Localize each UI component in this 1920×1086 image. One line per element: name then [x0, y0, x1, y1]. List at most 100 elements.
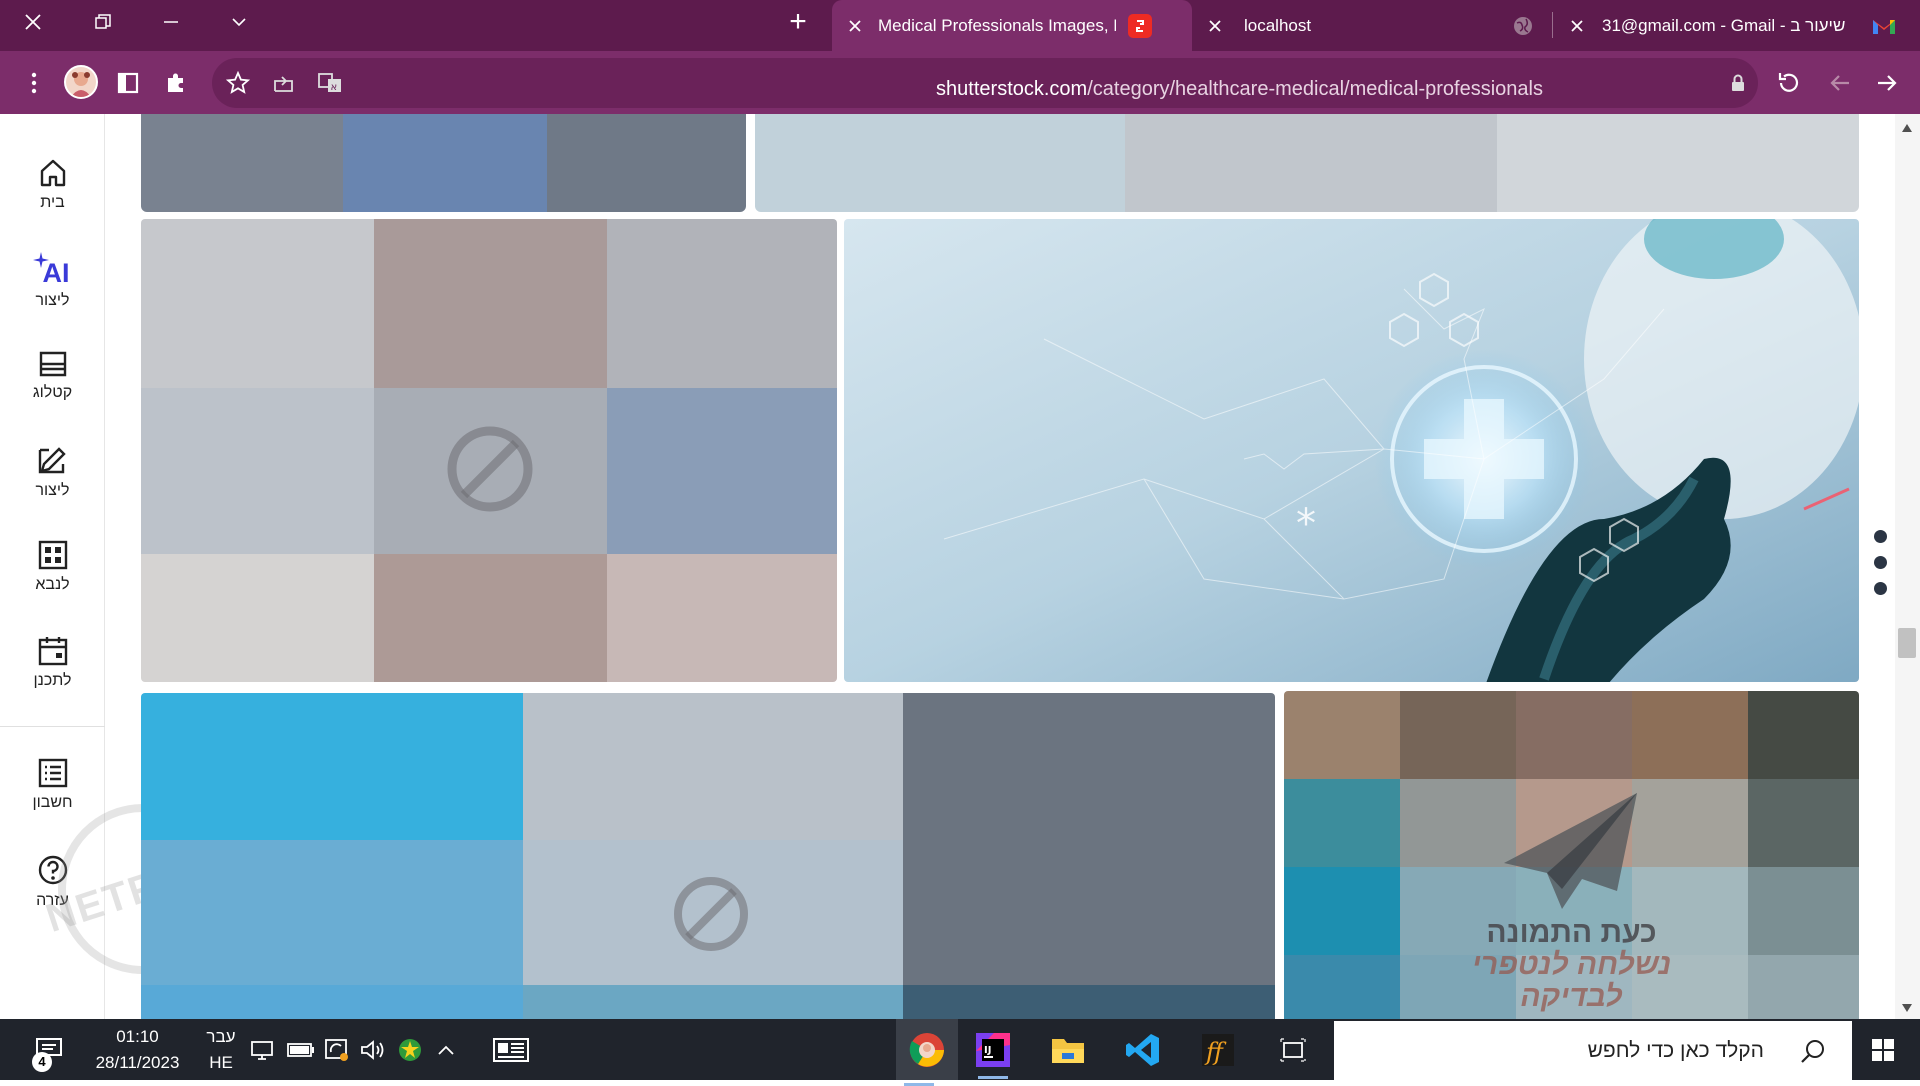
medical-hologram-image: * [844, 219, 1859, 682]
netfree-review-notice: כעת התמונה נשלחה לנטפרי לבדיקה [1471, 916, 1672, 1013]
page-scrollbar[interactable] [1895, 114, 1920, 1019]
taskbar-app-chrome[interactable] [896, 1019, 958, 1086]
share-icon [274, 76, 293, 92]
forward-disabled-button[interactable] [1826, 69, 1854, 97]
taskbar-search-box[interactable]: הקלד כאן כדי לחפש [1334, 1021, 1852, 1080]
task-view-icon [1280, 1038, 1306, 1062]
pager-dot[interactable] [1874, 582, 1887, 595]
pager-dot[interactable] [1874, 556, 1887, 569]
catalog-icon [39, 351, 66, 377]
sidebar-item-label: בית [40, 194, 65, 211]
site-info-lock[interactable] [1728, 69, 1748, 97]
sidebar-item-home[interactable]: בית [0, 158, 105, 248]
sync-icon [325, 1039, 348, 1061]
reload-button[interactable] [1775, 69, 1803, 97]
image-tile-blocked[interactable] [141, 693, 1275, 1019]
close-icon [25, 14, 41, 30]
svg-text:IJ: IJ [984, 1045, 991, 1056]
task-view-button[interactable] [1270, 1027, 1316, 1073]
battery-icon [287, 1043, 314, 1057]
share-button[interactable] [270, 69, 298, 97]
scroll-down-icon[interactable] [1902, 1004, 1912, 1012]
side-panel-button[interactable] [114, 69, 142, 97]
sidebar-item-label: חשבון [32, 794, 73, 811]
edit-icon [38, 447, 66, 474]
sidebar-item-edit[interactable]: ליצור [0, 444, 105, 534]
tab-title: 31@gmail.com - Gmail - שיעור ב [1602, 15, 1846, 35]
sync-tray-button[interactable] [317, 1027, 357, 1073]
omnibox[interactable]: א shutterstock.com/category/healthcare-m… [212, 58, 1758, 108]
sidebar-item-ai-create[interactable]: AI ליצור [0, 252, 105, 342]
network-icon [251, 1041, 273, 1060]
scroll-up-icon[interactable] [1902, 124, 1912, 132]
puzzle-icon [168, 73, 183, 92]
home-icon [40, 159, 65, 187]
network-tray-button[interactable] [243, 1027, 283, 1073]
scrollbar-thumb[interactable] [1898, 628, 1916, 658]
image-tile-blocked[interactable] [141, 219, 837, 682]
image-tile-blocked[interactable] [755, 114, 1859, 212]
clock-time[interactable]: 01:10 [80, 1027, 195, 1047]
taskbar-app-file-explorer[interactable] [1045, 1027, 1091, 1073]
browser-toolbar: א shutterstock.com/category/healthcare-m… [0, 51, 1920, 114]
battery-tray-button[interactable] [281, 1027, 321, 1073]
clock-date[interactable]: 28/11/2023 [80, 1053, 195, 1073]
netfree-shield-icon [399, 1039, 421, 1061]
windows-taskbar: 4 01:10 28/11/2023 עבר HE IJ ff הקלד כאן… [0, 1019, 1920, 1086]
tab-localhost[interactable]: localhost [1192, 0, 1552, 51]
taskbar-app-intellij[interactable]: IJ [970, 1027, 1016, 1079]
url-host: shutterstock.com [936, 78, 1088, 100]
restore-window-button[interactable] [78, 0, 128, 44]
folder-icon [1052, 1039, 1084, 1063]
bookmark-star-button[interactable] [224, 69, 252, 97]
sidebar-item-label: ליצור [35, 292, 70, 309]
language-indicator-bottom[interactable]: HE [200, 1053, 242, 1073]
menu-button[interactable] [20, 69, 48, 97]
chevron-down-icon [232, 18, 246, 27]
taskbar-app-fontforge[interactable]: ff [1195, 1027, 1241, 1073]
volume-tray-button[interactable] [353, 1027, 393, 1073]
pager-dot[interactable] [1874, 530, 1887, 543]
sidebar-item-predict[interactable]: לנבא [0, 540, 105, 630]
close-window-button[interactable] [8, 0, 58, 44]
netfree-tray-button[interactable] [390, 1027, 430, 1073]
minimize-window-button[interactable] [146, 0, 196, 44]
tab-gmail[interactable]: 31@gmail.com - Gmail - שיעור ב [1556, 0, 1896, 51]
image-tile-blocked[interactable] [141, 114, 746, 212]
start-button[interactable] [1860, 1027, 1906, 1073]
sidebar-item-label: לתכנן [33, 672, 72, 689]
fontforge-icon: ff [1202, 1034, 1234, 1066]
arrow-right-icon [1878, 75, 1897, 91]
address-url[interactable]: shutterstock.com/category/healthcare-med… [936, 78, 1543, 101]
tab-shutterstock[interactable]: Medical Professionals Images, Pi [832, 0, 1192, 51]
action-center-button[interactable]: 4 [26, 1027, 72, 1073]
translate-button[interactable]: א [316, 69, 344, 97]
search-icon [1801, 1040, 1824, 1063]
taskbar-app-vscode[interactable] [1120, 1027, 1166, 1073]
tab-close-button[interactable] [1204, 15, 1226, 37]
image-tile-pending-review[interactable]: כעת התמונה נשלחה לנטפרי לבדיקה [1284, 691, 1859, 1019]
plus-icon: + [789, 5, 807, 38]
back-button[interactable] [1873, 69, 1901, 97]
sidebar-item-plan[interactable]: לתכנן [0, 636, 105, 726]
profile-avatar[interactable] [64, 65, 98, 99]
extensions-button[interactable] [162, 69, 190, 97]
globe-icon [1514, 16, 1532, 35]
volume-icon [361, 1040, 384, 1060]
sidebar-item-label: לנבא [35, 576, 70, 593]
new-tab-button[interactable]: + [773, 0, 823, 44]
tab-close-button[interactable] [1566, 15, 1588, 37]
show-hidden-icons-button[interactable] [426, 1027, 466, 1073]
sidebar-item-catalog[interactable]: קטלוג [0, 350, 105, 440]
tab-search-button[interactable] [214, 0, 264, 44]
shutterstock-favicon-icon [1128, 13, 1152, 38]
chrome-profile-icon [909, 1032, 944, 1067]
restore-icon [95, 14, 111, 29]
language-indicator-top[interactable]: עבר [200, 1027, 242, 1047]
tab-close-button[interactable] [844, 15, 866, 37]
image-tile-medical-hologram[interactable]: * [844, 219, 1859, 682]
news-widget-button[interactable] [488, 1027, 534, 1073]
side-panel-icon [117, 72, 139, 94]
chevron-up-icon [438, 1045, 454, 1055]
news-icon [493, 1038, 529, 1062]
